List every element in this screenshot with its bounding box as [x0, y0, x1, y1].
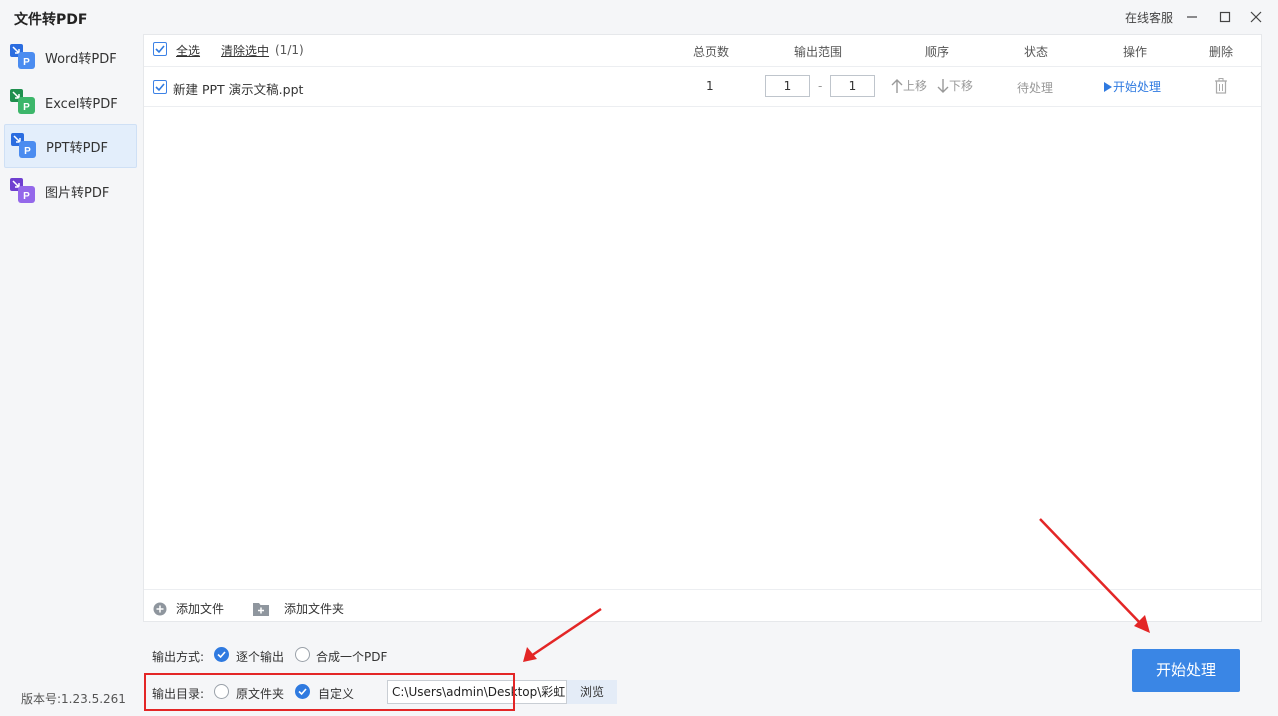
move-up-button[interactable]: 上移	[891, 77, 927, 94]
move-down-label: 下移	[949, 79, 974, 93]
mode-merge-radio[interactable]	[295, 647, 310, 662]
output-mode-label: 输出方式:	[152, 650, 205, 664]
file-list-panel: 全选 清除选中 (1/1) 总页数 输出范围 顺序 状态 操作 删除 新建 PP…	[143, 34, 1262, 622]
col-delete: 删除	[1209, 45, 1234, 59]
add-folder-label: 添加文件夹	[284, 602, 345, 616]
col-total-pages: 总页数	[693, 45, 730, 59]
sidebar-item-label: PPT转PDF	[46, 140, 108, 156]
move-up-label: 上移	[903, 79, 928, 93]
arrow-down-icon	[937, 78, 949, 93]
move-down-button[interactable]: 下移	[937, 77, 973, 94]
svg-text:P: P	[23, 191, 30, 202]
col-status: 状态	[1024, 45, 1049, 59]
close-button[interactable]	[1245, 6, 1267, 28]
svg-text:P: P	[23, 102, 30, 113]
mode-merge-label: 合成一个PDF	[316, 650, 388, 664]
sidebar-item-ppt[interactable]: P PPT转PDF	[4, 124, 137, 168]
check-icon	[155, 45, 165, 54]
sidebar: P Word转PDF P Excel转PDF P PPT转PDF P 图片转PD…	[0, 34, 140, 674]
clear-selection-link[interactable]: 清除选中	[221, 42, 269, 59]
row-start-button[interactable]: 开始处理	[1103, 78, 1161, 95]
sidebar-item-label: Word转PDF	[45, 51, 117, 67]
range-from-input[interactable]: 1	[765, 75, 810, 97]
check-icon	[217, 651, 226, 659]
maximize-button[interactable]	[1214, 6, 1236, 28]
range-separator: -	[818, 79, 823, 93]
word-pdf-icon: P	[10, 44, 36, 70]
app-title: 文件转PDF	[14, 12, 88, 28]
col-action: 操作	[1123, 45, 1148, 59]
selection-count: (1/1)	[275, 43, 304, 57]
close-icon	[1250, 11, 1262, 23]
total-pages-value: 1	[706, 79, 714, 93]
sidebar-item-image[interactable]: P 图片转PDF	[4, 169, 137, 213]
image-pdf-icon: P	[10, 178, 36, 204]
add-folder-icon	[253, 602, 269, 616]
play-icon	[1104, 81, 1112, 92]
maximize-icon	[1219, 11, 1231, 23]
check-icon	[155, 83, 165, 92]
table-row: 新建 PPT 演示文稿.ppt 1 1 - 1 上移 下移 待处理 开始处理	[144, 67, 1261, 107]
svg-text:P: P	[23, 57, 30, 68]
sidebar-item-label: 图片转PDF	[45, 185, 110, 201]
select-all-checkbox[interactable]	[153, 42, 167, 56]
svg-text:P: P	[24, 146, 31, 157]
start-process-button[interactable]: 开始处理	[1132, 649, 1240, 692]
range-to-input[interactable]: 1	[830, 75, 875, 97]
title-bar: 文件转PDF 在线客服	[0, 0, 1278, 34]
delete-button[interactable]	[1214, 78, 1228, 97]
online-support-link[interactable]: 在线客服	[1125, 9, 1173, 26]
minimize-button[interactable]	[1181, 6, 1203, 28]
row-checkbox[interactable]	[153, 80, 167, 94]
mode-each-label: 逐个输出	[236, 650, 285, 664]
file-name: 新建 PPT 演示文稿.ppt	[173, 82, 304, 97]
row-start-label: 开始处理	[1113, 80, 1162, 94]
table-header: 全选 清除选中 (1/1) 总页数 输出范围 顺序 状态 操作 删除	[144, 35, 1261, 67]
sidebar-item-word[interactable]: P Word转PDF	[4, 35, 137, 79]
col-output-range: 输出范围	[794, 45, 843, 59]
annotation-highlight-box	[144, 673, 515, 711]
arrow-up-icon	[891, 78, 903, 93]
ppt-pdf-icon: P	[11, 133, 37, 159]
annotation-arrowhead-left	[523, 647, 537, 662]
excel-pdf-icon: P	[10, 89, 36, 115]
trash-icon	[1215, 78, 1227, 94]
add-folder-button[interactable]: 添加文件夹	[253, 600, 344, 617]
version-label: 版本号:1.23.5.261	[21, 692, 126, 706]
col-order: 顺序	[925, 45, 950, 59]
select-all-link[interactable]: 全选	[176, 42, 200, 59]
sidebar-item-excel[interactable]: P Excel转PDF	[4, 80, 137, 124]
minimize-icon	[1187, 16, 1197, 18]
add-circle-icon	[153, 602, 167, 615]
status-text: 待处理	[1017, 81, 1054, 95]
file-actions-bar: 添加文件 添加文件夹	[144, 589, 1261, 623]
mode-each-radio[interactable]	[214, 647, 229, 662]
add-file-label: 添加文件	[176, 602, 225, 616]
sidebar-item-label: Excel转PDF	[45, 96, 118, 112]
add-file-button[interactable]: 添加文件	[153, 600, 224, 617]
browse-button[interactable]: 浏览	[567, 680, 617, 704]
